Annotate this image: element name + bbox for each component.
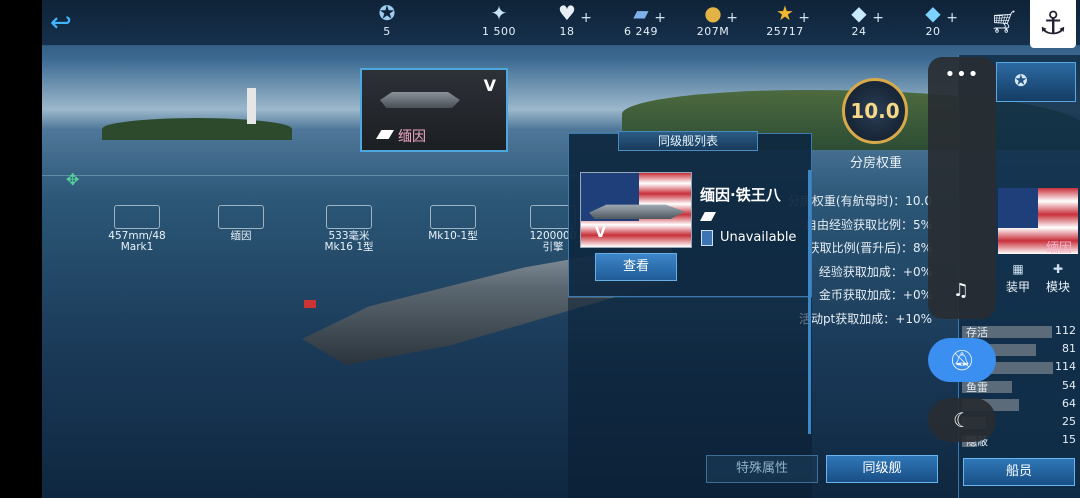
weapon-label: 457mm/48 Mark1 (108, 230, 166, 253)
tab-armor-label: 装甲 (1005, 280, 1030, 294)
more-icon[interactable]: ••• (928, 64, 996, 90)
resource-card[interactable]: ▰ 6 249 + (606, 2, 676, 44)
tab-module[interactable]: ✚ 模块 (1040, 262, 1076, 294)
anchor-menu-icon[interactable]: ⚓ (1030, 0, 1076, 48)
selected-ship-card[interactable]: V 缅因 (360, 68, 508, 152)
resource-crystal[interactable]: ◆ 20 + (898, 2, 968, 44)
right-ship-name: 缅因 (1046, 241, 1073, 256)
weapon-slot[interactable]: 457mm/48 Mark1 (92, 205, 182, 253)
view-button[interactable]: 查看 (595, 253, 677, 281)
weapon-icon (326, 205, 372, 229)
weapon-label: 缅因 (230, 230, 252, 242)
module-icon: ✚ (1052, 262, 1064, 276)
exp-icon: ✦ (490, 1, 508, 25)
flag-canton (998, 188, 1038, 228)
resource-star[interactable]: ★ 25717 + (750, 2, 820, 44)
panel-title: 同级舰列表 (618, 131, 758, 151)
ship-thumbnail (380, 92, 460, 108)
ship-name: 缅因 (398, 129, 426, 145)
panel-scrollbar[interactable] (808, 170, 811, 434)
ship-class-icon (376, 130, 394, 139)
entry-tier: V (595, 225, 606, 241)
weapon-label: 533毫米 Mk16 1型 (324, 230, 374, 253)
stat-value: 114 (1055, 360, 1076, 374)
music-off-icon[interactable]: ♫ (945, 280, 977, 306)
stat-value: 25 (1062, 415, 1076, 428)
resource-heart[interactable]: ♥ 18 + (532, 2, 602, 44)
resource-coin[interactable]: ● 207M + (678, 2, 748, 44)
back-arrow-icon: ↩ (50, 8, 72, 38)
horizon-line (42, 175, 602, 176)
same-tier-ship-thumb[interactable]: V (580, 172, 692, 248)
right-rank-badge[interactable]: ✪ (996, 62, 1076, 102)
armor-icon: ▦ (1012, 262, 1024, 276)
plus-icon[interactable]: + (872, 10, 884, 26)
resource-value: 24 (851, 25, 867, 38)
weapon-icon (218, 205, 264, 229)
weapon-slot[interactable]: Mk10-1型 (408, 205, 498, 242)
plus-icon[interactable]: + (726, 10, 738, 26)
weapon-slot[interactable]: 缅因 (196, 205, 286, 242)
resource-value: 6 249 (624, 25, 658, 38)
room-weight-badge: 10.0 (842, 78, 908, 144)
entry-status: Unavailable (720, 230, 797, 245)
resource-value: 25717 (766, 25, 804, 38)
back-button[interactable]: ↩ (50, 8, 100, 38)
island (102, 118, 292, 140)
ship-flag (304, 300, 316, 308)
moon-icon: ☾ (953, 408, 971, 432)
tab-armor[interactable]: ▦ 装甲 (1000, 262, 1036, 294)
entry-ship-name: 缅因·铁王八 (700, 186, 781, 204)
resource-exp: ✦ 1 500 (464, 2, 534, 44)
plus-icon[interactable]: + (798, 10, 810, 26)
entry-card-icon (701, 230, 713, 246)
crew-button[interactable]: 船员 (963, 458, 1075, 486)
stat-value: 15 (1062, 433, 1076, 447)
stat-value: 64 (1062, 396, 1076, 410)
stat-value: 54 (1062, 378, 1076, 392)
weapon-label: Mk10-1型 (428, 230, 478, 242)
bell-off-icon: 🔕︎ (949, 348, 975, 372)
plus-icon[interactable]: + (946, 10, 958, 26)
plus-icon[interactable]: + (654, 10, 666, 26)
weapon-slot[interactable]: 533毫米 Mk16 1型 (304, 205, 394, 253)
night-mode-button[interactable]: ☾ (928, 398, 996, 442)
shop-cart-icon[interactable]: 🛒︎ (990, 10, 1018, 35)
tab-special-attributes[interactable]: 特殊属性 (706, 455, 818, 483)
target-icon[interactable]: ✥ (66, 170, 79, 189)
room-weight-label: 分房权重 (850, 156, 903, 171)
rank-badge-icon: ✪ (378, 1, 396, 25)
mute-notifications-button[interactable]: 🔕︎ (928, 338, 996, 382)
stat-row: 存活 112 (962, 324, 1078, 340)
resource-value: 1 500 (482, 25, 516, 38)
stat-value: 81 (1062, 342, 1076, 356)
rank-badge-icon: ✪ (1014, 71, 1028, 90)
weapon-icon (114, 205, 160, 229)
weapon-icon (430, 205, 476, 229)
resource-value: 207M (696, 25, 730, 38)
lighthouse (247, 88, 256, 124)
resource-value: 20 (925, 25, 941, 38)
plus-icon[interactable]: + (580, 10, 592, 26)
tab-same-tier[interactable]: 同级舰 (826, 455, 938, 483)
ship-tier: V (483, 76, 496, 95)
stat-value: 112 (1055, 324, 1076, 337)
left-black-bar (0, 0, 42, 498)
resource-diamond[interactable]: ◆ 24 + (824, 2, 894, 44)
tab-module-label: 模块 (1045, 280, 1070, 294)
resource-value: 18 (559, 25, 575, 38)
resource-value: 5 (383, 25, 391, 38)
resource-rank-badge: ✪ 5 (352, 2, 422, 44)
